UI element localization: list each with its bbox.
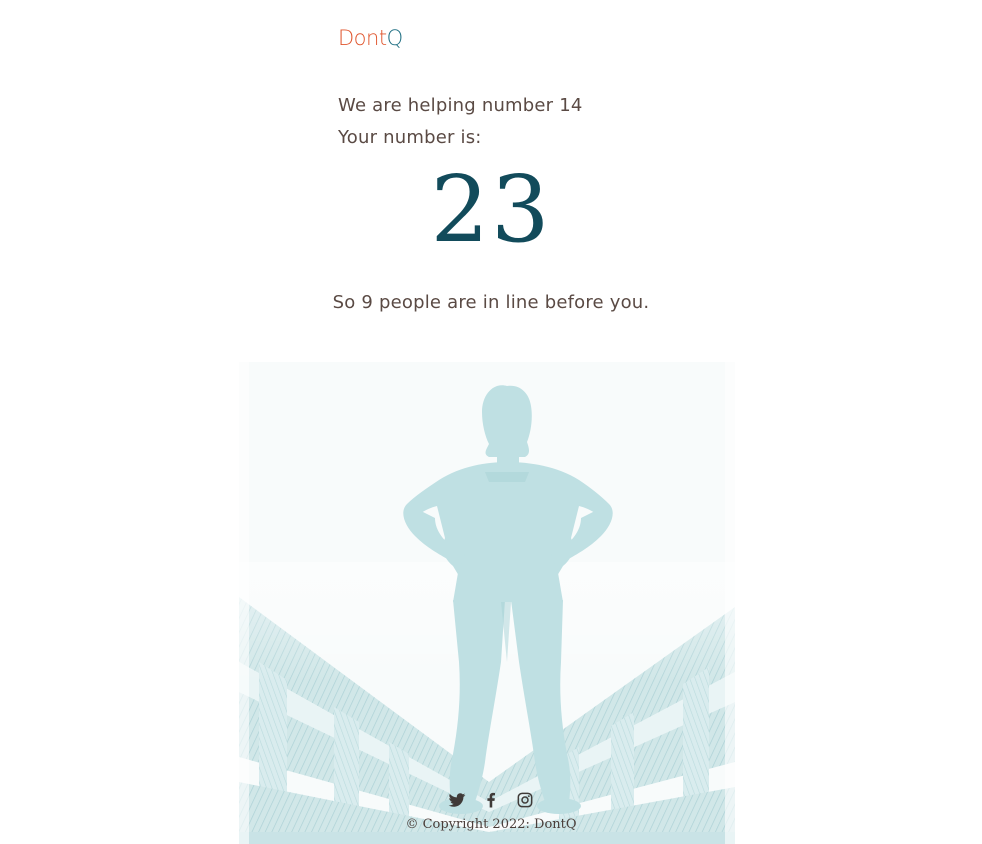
logo-text-dont: Dont: [338, 26, 387, 50]
instagram-icon: [517, 792, 533, 808]
hero-illustration: [239, 362, 735, 844]
facebook-icon: [487, 792, 495, 808]
twitter-link[interactable]: [447, 790, 467, 810]
your-number-label: Your number is:: [338, 127, 482, 148]
now-helping-text: We are helping number 14: [338, 95, 583, 116]
twitter-icon: [448, 793, 466, 807]
people-ahead-text: So 9 people are in line before you.: [332, 292, 650, 313]
logo-text-q: Q: [386, 26, 404, 50]
your-queue-number: 23: [430, 156, 552, 263]
facebook-link[interactable]: [481, 790, 501, 810]
dontq-logo[interactable]: DontQ: [338, 24, 403, 52]
social-links: [0, 790, 982, 810]
instagram-link[interactable]: [515, 790, 535, 810]
copyright-text: © Copyright 2022: DontQ: [405, 817, 577, 832]
